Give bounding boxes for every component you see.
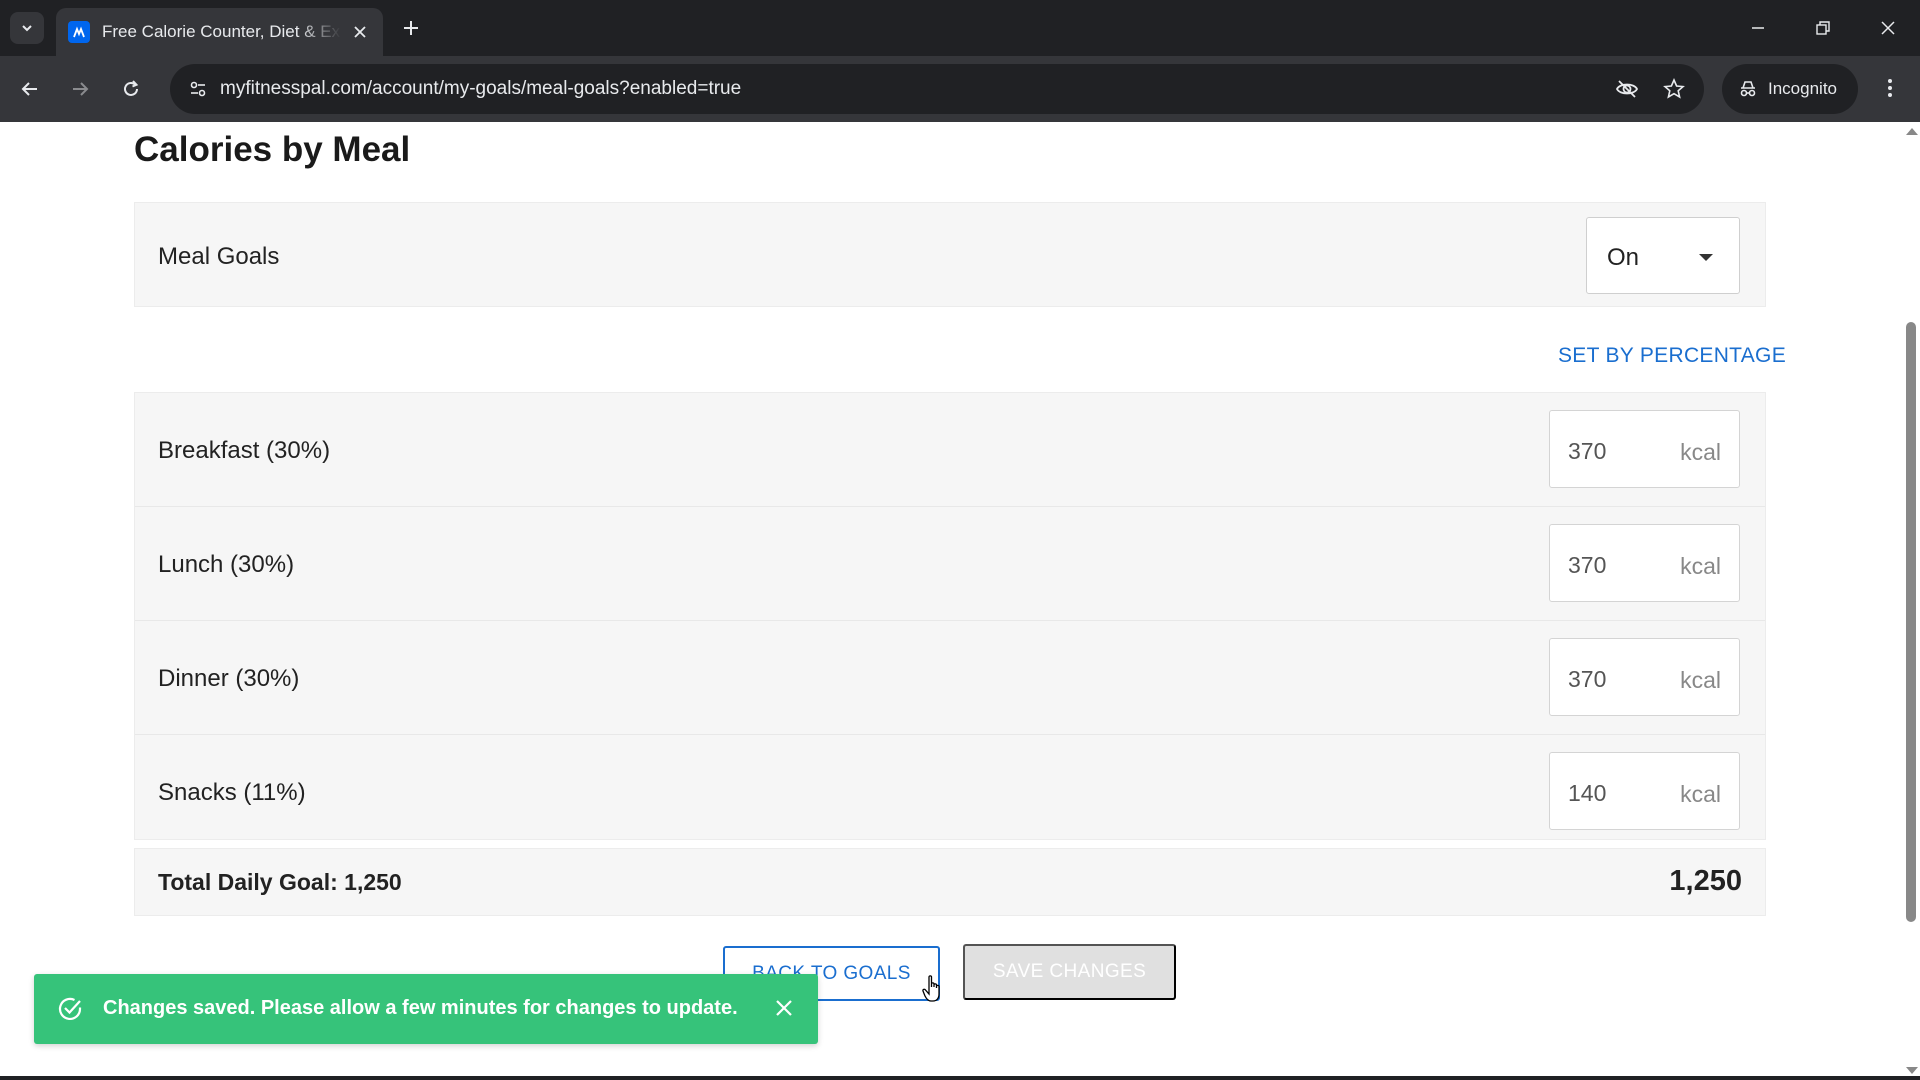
hand-pointer-cursor-icon — [922, 975, 940, 1002]
kcal-value: 370 — [1568, 552, 1607, 578]
browser-tab-active[interactable]: Free Calorie Counter, Diet & Exercise — [56, 8, 383, 56]
meal-goals-select-value: On — [1607, 244, 1640, 271]
breakfast-kcal-input[interactable]: 370 kcal — [1549, 410, 1740, 488]
meal-label: Breakfast (30%) — [158, 437, 331, 464]
kcal-unit: kcal — [1680, 553, 1721, 579]
incognito-label: Incognito — [1768, 79, 1837, 98]
lunch-kcal-input[interactable]: 370 kcal — [1549, 524, 1740, 602]
forward-arrow-icon[interactable] — [64, 73, 96, 105]
myfitnesspal-favicon-icon — [68, 21, 90, 43]
kcal-value: 370 — [1568, 438, 1607, 464]
total-daily-goal-row: Total Daily Goal: 1,250 1,250 — [134, 848, 1766, 916]
scroll-up-arrow-icon[interactable] — [1906, 128, 1918, 135]
scrollbar-thumb[interactable] — [1906, 322, 1916, 922]
bottom-edge — [0, 1076, 1920, 1080]
meal-goals-panel: Meal Goals On — [134, 202, 1766, 307]
save-changes-button[interactable]: SAVE CHANGES — [963, 944, 1176, 1000]
scroll-down-arrow-icon[interactable] — [1906, 1067, 1918, 1074]
back-arrow-icon[interactable] — [14, 73, 46, 105]
kcal-unit: kcal — [1680, 439, 1721, 465]
close-icon[interactable] — [774, 998, 794, 1018]
set-by-percentage-link[interactable]: SET BY PERCENTAGE — [1558, 344, 1786, 368]
total-daily-goal-value: 1,250 — [1669, 865, 1742, 897]
close-window-icon[interactable] — [1866, 8, 1910, 48]
page-scrollbar[interactable] — [1902, 122, 1920, 1080]
check-circle-icon — [58, 997, 82, 1021]
tab-close-icon[interactable] — [349, 21, 371, 43]
toast-message: Changes saved. Please allow a few minute… — [103, 997, 738, 1019]
tab-search-button[interactable] — [10, 12, 44, 44]
meal-goals-label: Meal Goals — [158, 243, 280, 270]
meal-row-lunch: Lunch (30%) 370 kcal — [135, 507, 1765, 621]
kcal-unit: kcal — [1680, 781, 1721, 807]
minimize-window-icon[interactable] — [1736, 8, 1780, 48]
new-tab-plus-icon[interactable] — [397, 14, 425, 42]
success-toast: Changes saved. Please allow a few minute… — [34, 974, 818, 1044]
page-title: Calories by Meal — [134, 130, 411, 169]
bookmark-star-icon[interactable] — [1659, 74, 1689, 104]
more-menu-icon[interactable] — [1874, 72, 1906, 104]
dinner-kcal-input[interactable]: 370 kcal — [1549, 638, 1740, 716]
page-content: Calories by Meal Meal Goals On SET BY PE… — [0, 122, 1920, 1080]
caret-down-icon — [1699, 254, 1713, 261]
meal-label: Lunch (30%) — [158, 551, 295, 578]
url-text[interactable]: myfitnesspal.com/account/my-goals/meal-g… — [220, 78, 741, 100]
chevron-down-icon — [22, 25, 32, 32]
browser-toolbar: myfitnesspal.com/account/my-goals/meal-g… — [0, 56, 1920, 122]
tab-title: Free Calorie Counter, Diet & Exercise — [102, 22, 341, 41]
kcal-unit: kcal — [1680, 667, 1721, 693]
total-daily-goal-label: Total Daily Goal: 1,250 — [158, 869, 402, 895]
browser-tab-bar: Free Calorie Counter, Diet & Exercise — [0, 0, 1920, 56]
meal-row-snacks: Snacks (11%) 140 kcal — [135, 735, 1765, 849]
meal-row-dinner: Dinner (30%) 370 kcal — [135, 621, 1765, 735]
meal-row-breakfast: Breakfast (30%) 370 kcal — [135, 393, 1765, 507]
kcal-value: 370 — [1568, 666, 1607, 692]
incognito-indicator[interactable]: Incognito — [1722, 64, 1858, 114]
address-bar[interactable]: myfitnesspal.com/account/my-goals/meal-g… — [170, 64, 1704, 114]
site-info-icon[interactable] — [182, 73, 214, 105]
meal-label: Snacks (11%) — [158, 779, 306, 806]
snacks-kcal-input[interactable]: 140 kcal — [1549, 752, 1740, 830]
eye-off-icon[interactable] — [1612, 74, 1642, 104]
restore-window-icon[interactable] — [1801, 8, 1845, 48]
incognito-icon — [1740, 81, 1756, 97]
kcal-value: 140 — [1568, 780, 1607, 806]
meals-panel: Breakfast (30%) 370 kcal Lunch (30%) 370… — [134, 392, 1766, 840]
meal-goals-select[interactable]: On — [1586, 217, 1740, 294]
meal-label: Dinner (30%) — [158, 665, 300, 692]
reload-icon[interactable] — [115, 73, 147, 105]
